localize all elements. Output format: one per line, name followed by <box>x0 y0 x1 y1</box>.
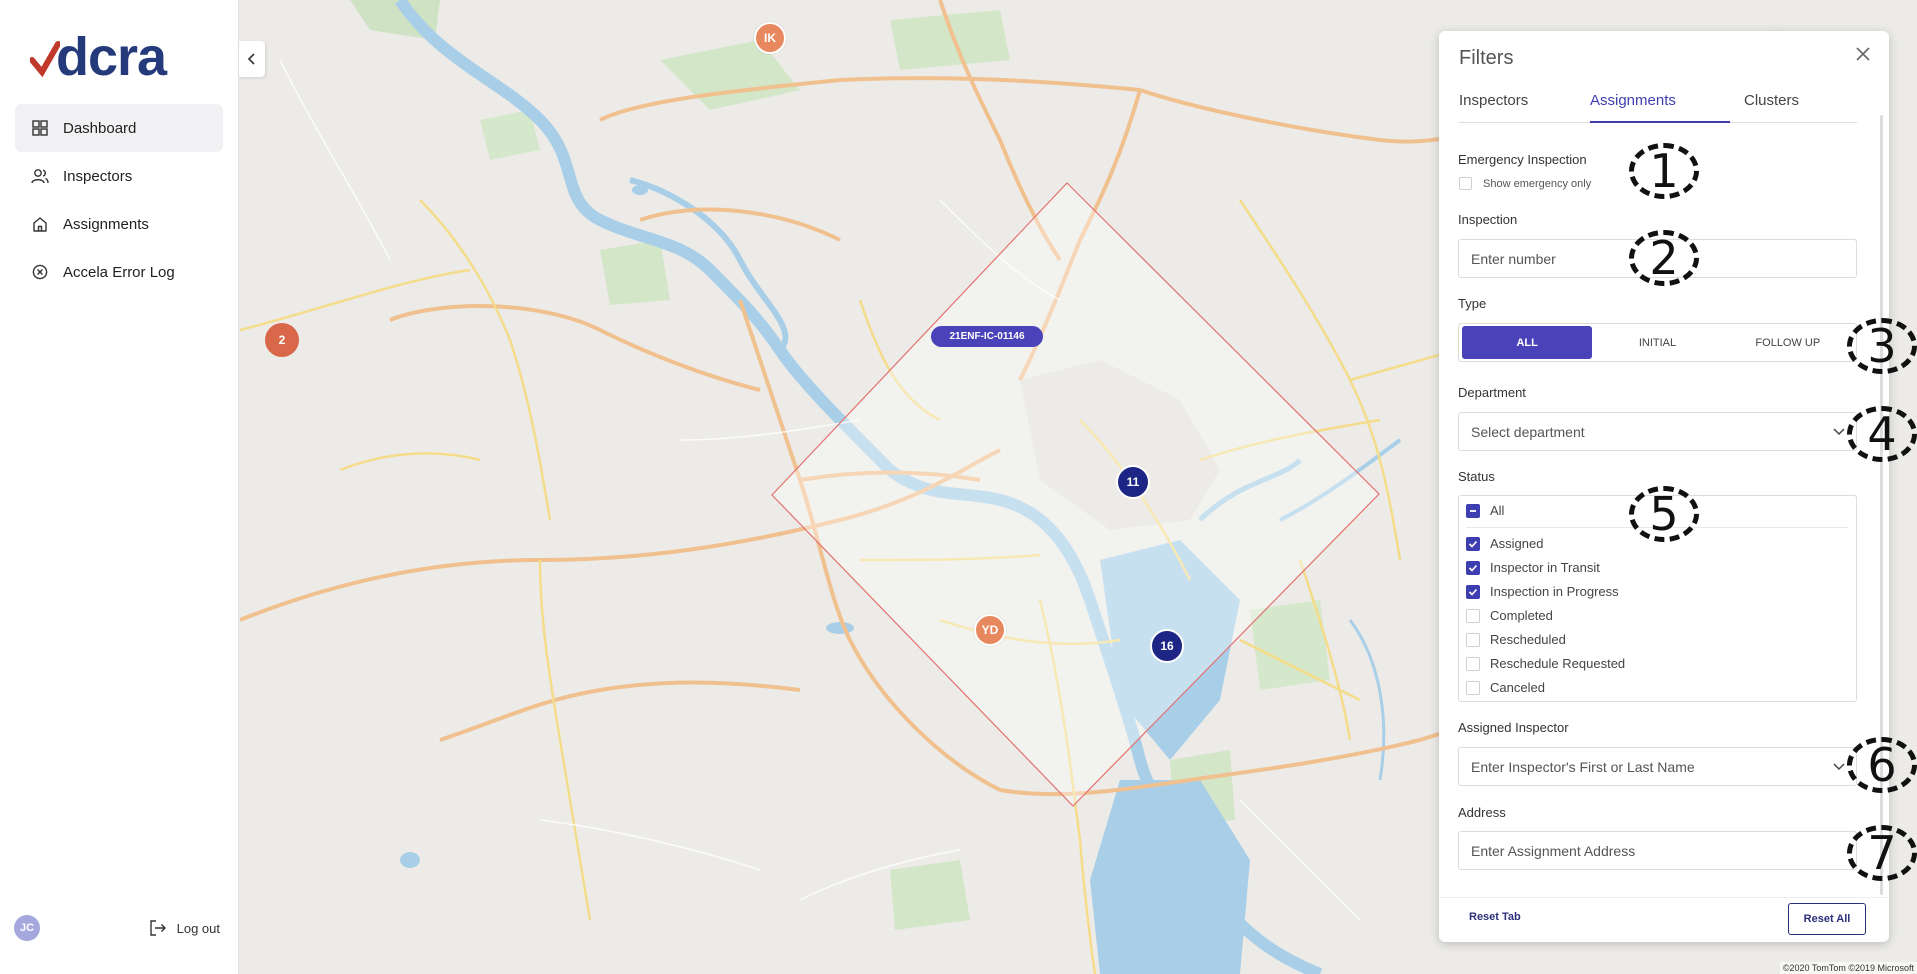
callout-5: 5 <box>1629 486 1699 542</box>
error-circle-icon <box>31 263 49 281</box>
chevron-left-icon <box>247 53 255 65</box>
type-option-follow-up[interactable]: FOLLOW UP <box>1723 326 1853 359</box>
sidebar-item-label: Dashboard <box>63 119 137 137</box>
assigned-inspector-label: Assigned Inspector <box>1458 720 1569 735</box>
user-row: JC Log out <box>14 915 224 941</box>
dashboard-icon <box>31 119 49 137</box>
assigned-inspector-placeholder: Enter Inspector's First or Last Name <box>1471 758 1695 775</box>
close-icon <box>1856 47 1870 61</box>
sidebar-item-assignments[interactable]: Assignments <box>15 200 223 248</box>
status-label: Status <box>1458 469 1495 484</box>
callout-1: 1 <box>1629 143 1699 199</box>
address-label: Address <box>1458 805 1506 820</box>
sidebar-item-label: Accela Error Log <box>63 263 175 281</box>
status-option-label: Assigned <box>1490 536 1544 551</box>
close-button[interactable] <box>1856 43 1870 65</box>
sidebar: dcra Dashboard Inspectors Assignments Ac… <box>0 0 239 974</box>
inspection-label: Inspection <box>1458 212 1518 227</box>
status-option-inspector-in-transit[interactable]: Inspector in Transit <box>1466 560 1600 575</box>
cluster-marker-2[interactable]: 2 <box>265 323 299 357</box>
panel-footer: Reset Tab Reset All <box>1439 897 1889 942</box>
assigned-inspector-select[interactable]: Enter Inspector's First or Last Name <box>1458 747 1857 786</box>
callout-4: 4 <box>1847 406 1917 462</box>
checkbox-box <box>1459 177 1472 190</box>
status-all-label: All <box>1490 503 1505 518</box>
address-input[interactable]: Enter Assignment Address <box>1458 831 1857 870</box>
callout-2: 2 <box>1629 230 1699 286</box>
sidebar-item-label: Inspectors <box>63 167 133 185</box>
cluster-marker-16[interactable]: 16 <box>1150 629 1184 663</box>
logout-label: Log out <box>176 920 220 936</box>
logout-button[interactable]: Log out <box>149 920 220 936</box>
type-segmented-control: ALL INITIAL FOLLOW UP <box>1458 323 1857 362</box>
department-label: Department <box>1458 385 1526 400</box>
department-placeholder: Select department <box>1471 423 1585 440</box>
status-all-checkbox[interactable]: All <box>1466 503 1504 518</box>
unchecked-checkbox-icon <box>1466 680 1480 695</box>
home-icon <box>31 215 49 233</box>
callout-6: 6 <box>1847 737 1917 793</box>
indeterminate-checkbox-icon <box>1466 503 1480 518</box>
inspection-placeholder: Enter number <box>1471 250 1556 267</box>
status-option-label: Reschedule Requested <box>1490 656 1626 671</box>
check-mark-icon <box>30 41 60 78</box>
inspector-marker-yd[interactable]: YD <box>974 614 1006 646</box>
status-option-label: Canceled <box>1490 680 1545 695</box>
type-option-initial[interactable]: INITIAL <box>1592 326 1722 359</box>
cluster-marker-11[interactable]: 11 <box>1116 465 1150 499</box>
status-option-rescheduled[interactable]: Rescheduled <box>1466 632 1566 647</box>
sidebar-item-dashboard[interactable]: Dashboard <box>15 104 223 152</box>
status-option-canceled[interactable]: Canceled <box>1466 680 1545 695</box>
chevron-down-icon <box>1833 763 1845 771</box>
status-option-reschedule-requested[interactable]: Reschedule Requested <box>1466 656 1625 671</box>
checked-checkbox-icon <box>1466 536 1480 551</box>
address-placeholder: Enter Assignment Address <box>1471 842 1636 859</box>
users-icon <box>31 167 49 185</box>
dcra-logo[interactable]: dcra <box>30 27 167 87</box>
unchecked-checkbox-icon <box>1466 608 1480 623</box>
sidebar-item-label: Assignments <box>63 215 149 233</box>
chevron-down-icon <box>1833 428 1845 436</box>
type-label: Type <box>1458 296 1487 311</box>
callout-7: 7 <box>1847 825 1917 881</box>
unchecked-checkbox-icon <box>1466 656 1480 671</box>
sidebar-item-inspectors[interactable]: Inspectors <box>15 152 223 200</box>
sidebar-item-accela-error-log[interactable]: Accela Error Log <box>15 248 223 296</box>
emergency-label: Emergency Inspection <box>1458 152 1587 167</box>
emergency-checkbox-label: Show emergency only <box>1483 177 1592 190</box>
status-option-label: Inspector in Transit <box>1490 560 1600 575</box>
sidebar-nav: Dashboard Inspectors Assignments Accela … <box>15 104 223 296</box>
tab-inspectors[interactable]: Inspectors <box>1459 83 1590 123</box>
map-copyright: ©2020 TomTom ©2019 Microsoft <box>1779 962 1917 974</box>
reset-all-button[interactable]: Reset All <box>1788 903 1866 935</box>
department-select[interactable]: Select department <box>1458 412 1857 451</box>
emergency-only-checkbox[interactable]: Show emergency only <box>1459 177 1591 190</box>
logo-text: dcra <box>56 27 167 87</box>
checked-checkbox-icon <box>1466 584 1480 599</box>
status-option-label: Completed <box>1490 608 1553 623</box>
reset-tab-button[interactable]: Reset Tab <box>1469 911 1521 923</box>
tab-clusters[interactable]: Clusters <box>1730 83 1799 123</box>
tab-assignments[interactable]: Assignments <box>1590 83 1730 123</box>
status-option-completed[interactable]: Completed <box>1466 608 1553 623</box>
assignment-pin-label[interactable]: 21ENF-IC-01146 <box>931 326 1043 347</box>
type-option-all[interactable]: ALL <box>1462 326 1593 359</box>
status-option-label: Inspection in Progress <box>1490 584 1619 599</box>
status-option-assigned[interactable]: Assigned <box>1466 536 1543 551</box>
unchecked-checkbox-icon <box>1466 632 1480 647</box>
status-option-label: Rescheduled <box>1490 632 1566 647</box>
filter-tabs: Inspectors Assignments Clusters <box>1459 83 1857 123</box>
status-option-inspection-in-progress[interactable]: Inspection in Progress <box>1466 584 1619 599</box>
avatar[interactable]: JC <box>14 915 40 941</box>
inspector-marker-ik[interactable]: IK <box>754 22 786 54</box>
callout-3: 3 <box>1847 318 1917 374</box>
checked-checkbox-icon <box>1466 560 1480 575</box>
sidebar-collapse-button[interactable] <box>239 41 265 77</box>
logout-icon <box>149 920 166 936</box>
panel-title: Filters <box>1459 47 1514 69</box>
